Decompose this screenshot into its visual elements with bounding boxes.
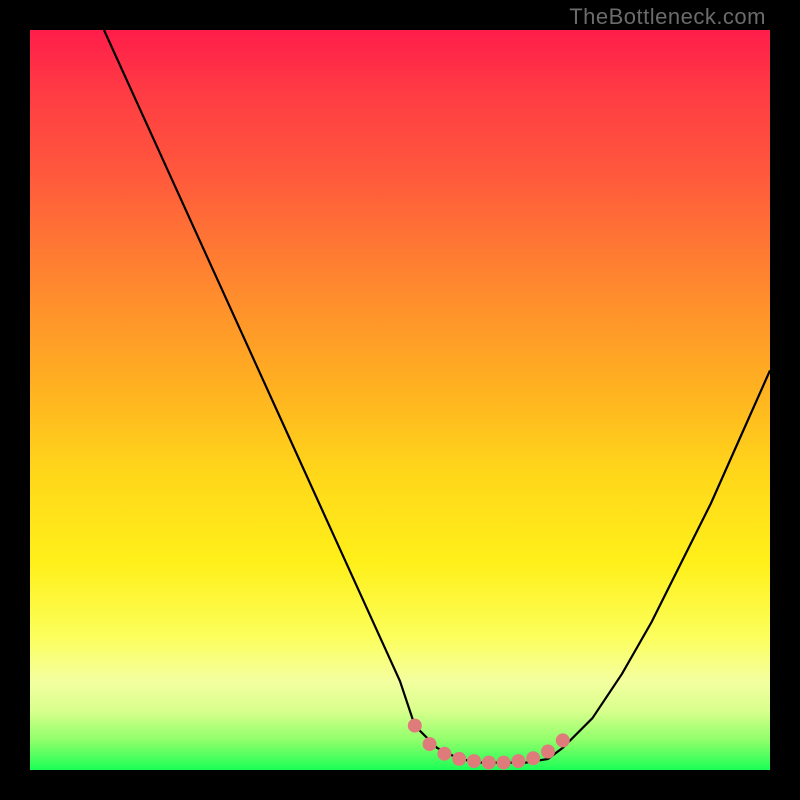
highlight-dot xyxy=(423,737,437,751)
curve-svg xyxy=(30,30,770,770)
highlight-dot xyxy=(556,733,570,747)
highlight-dot xyxy=(497,756,511,770)
highlight-dot xyxy=(541,745,555,759)
highlight-dot xyxy=(482,756,496,770)
bottleneck-curve xyxy=(104,30,770,763)
watermark-text: TheBottleneck.com xyxy=(569,4,766,30)
highlight-dot xyxy=(511,754,525,768)
highlight-dot xyxy=(467,754,481,768)
highlight-dots xyxy=(408,719,570,770)
highlight-dot xyxy=(437,747,451,761)
plot-area xyxy=(30,30,770,770)
highlight-dot xyxy=(452,752,466,766)
chart-frame: TheBottleneck.com xyxy=(0,0,800,800)
highlight-dot xyxy=(408,719,422,733)
highlight-dot xyxy=(526,751,540,765)
